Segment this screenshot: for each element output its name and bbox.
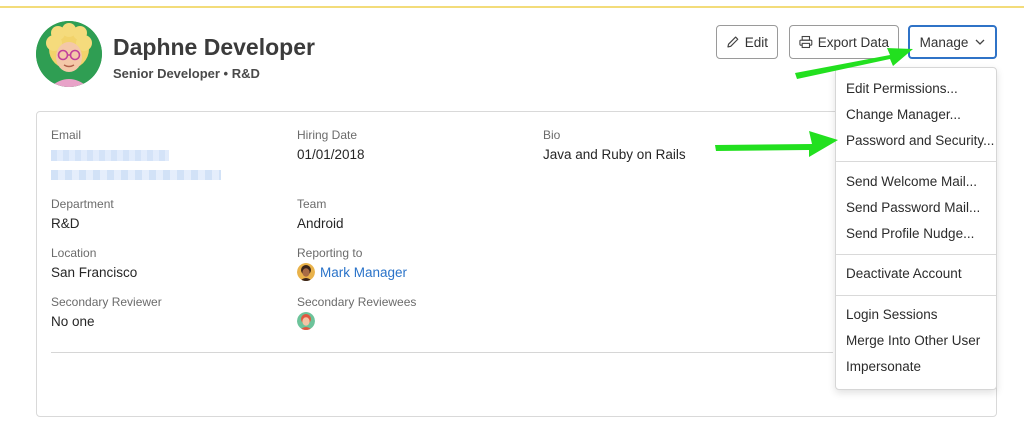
page-title: Daphne Developer bbox=[113, 34, 315, 60]
location-value: San Francisco bbox=[51, 265, 138, 280]
email-redacted bbox=[51, 150, 169, 161]
menu-divider bbox=[836, 254, 996, 255]
profile-subtitle: Senior Developer • R&D bbox=[113, 66, 260, 81]
bio-value: Java and Ruby on Rails bbox=[543, 147, 686, 162]
reviewee-avatar[interactable] bbox=[297, 312, 315, 330]
email-label: Email bbox=[51, 128, 82, 142]
manage-dropdown-button[interactable]: Manage bbox=[908, 25, 997, 59]
manage-dropdown-menu: Edit Permissions... Change Manager... Pa… bbox=[835, 67, 997, 390]
printer-icon bbox=[799, 35, 813, 49]
manager-link[interactable]: Mark Manager bbox=[320, 265, 407, 280]
menu-item-login-sessions[interactable]: Login Sessions bbox=[846, 307, 938, 322]
chevron-down-icon bbox=[975, 39, 985, 45]
menu-item-deactivate-account[interactable]: Deactivate Account bbox=[846, 266, 962, 281]
menu-item-merge-user[interactable]: Merge Into Other User bbox=[846, 333, 980, 348]
manage-button-label: Manage bbox=[919, 34, 969, 50]
card-divider bbox=[51, 352, 833, 353]
edit-button[interactable]: Edit bbox=[716, 25, 778, 59]
menu-item-send-profile-nudge[interactable]: Send Profile Nudge... bbox=[846, 226, 974, 241]
manager-avatar bbox=[297, 263, 315, 281]
export-data-button[interactable]: Export Data bbox=[789, 25, 899, 59]
secondary-reviewer-value: No one bbox=[51, 314, 95, 329]
department-value: R&D bbox=[51, 216, 80, 231]
hiring-date-value: 01/01/2018 bbox=[297, 147, 365, 162]
edit-button-label: Edit bbox=[744, 34, 768, 50]
department-label: Department bbox=[51, 197, 114, 211]
menu-item-change-manager[interactable]: Change Manager... bbox=[846, 107, 961, 122]
location-label: Location bbox=[51, 246, 97, 260]
menu-item-edit-permissions[interactable]: Edit Permissions... bbox=[846, 81, 958, 96]
top-accent-rule bbox=[0, 6, 1024, 8]
secondary-reviewer-label: Secondary Reviewer bbox=[51, 295, 162, 309]
email-redacted-secondary bbox=[51, 170, 221, 180]
menu-divider bbox=[836, 295, 996, 296]
menu-item-send-welcome-mail[interactable]: Send Welcome Mail... bbox=[846, 174, 977, 189]
reporting-to-label: Reporting to bbox=[297, 246, 363, 260]
menu-item-password-security[interactable]: Password and Security... bbox=[846, 133, 994, 148]
export-button-label: Export Data bbox=[817, 34, 889, 50]
secondary-reviewees-label: Secondary Reviewees bbox=[297, 295, 417, 309]
menu-item-impersonate[interactable]: Impersonate bbox=[846, 359, 921, 374]
team-value: Android bbox=[297, 216, 344, 231]
profile-avatar bbox=[36, 21, 102, 87]
bio-label: Bio bbox=[543, 128, 561, 142]
hiring-date-label: Hiring Date bbox=[297, 128, 358, 142]
pencil-icon bbox=[727, 36, 739, 48]
menu-item-send-password-mail[interactable]: Send Password Mail... bbox=[846, 200, 980, 215]
menu-divider bbox=[836, 161, 996, 162]
team-label: Team bbox=[297, 197, 327, 211]
